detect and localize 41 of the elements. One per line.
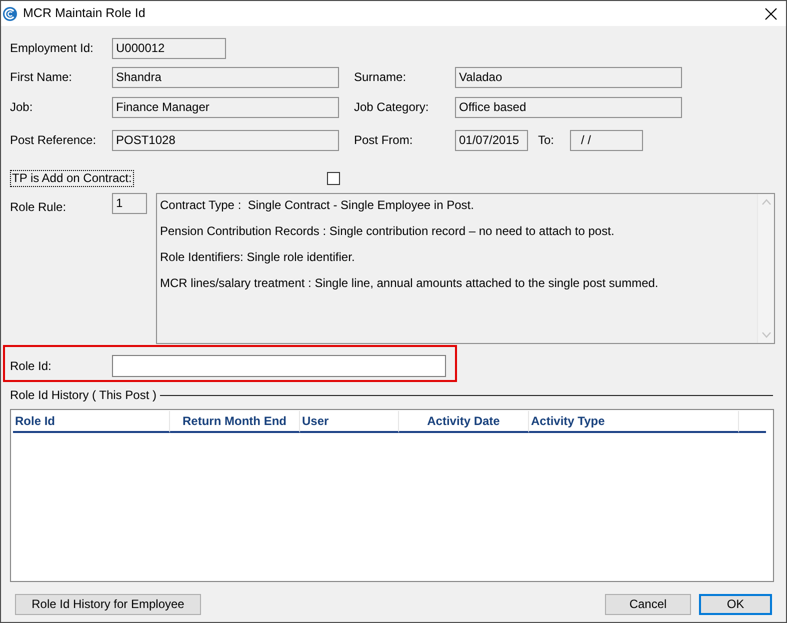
field-label: Surname: [354, 70, 408, 85]
scroll-down-icon [762, 332, 770, 338]
role-rule-field[interactable]: 1 [112, 193, 147, 214]
close-button[interactable] [765, 8, 777, 20]
column-header[interactable]: Role Id [13, 411, 170, 433]
column-header[interactable]: Return Month End [170, 411, 300, 433]
role-id-field[interactable] [112, 355, 446, 377]
field-label: Employment Id: [10, 41, 94, 56]
dialog-button[interactable]: OK [699, 594, 772, 615]
employment-id-field[interactable]: U000012 [112, 38, 226, 59]
field-label: To: [538, 133, 556, 148]
surname-field[interactable]: Valadao [455, 67, 682, 88]
column-header[interactable]: User [300, 411, 399, 433]
first-name-field[interactable]: Shandra [112, 67, 339, 88]
close-icon [765, 8, 777, 20]
field-label: Post From: [354, 133, 414, 148]
field-label: First Name: [10, 70, 74, 85]
column-header[interactable]: Activity Type [529, 411, 739, 433]
field-label: Job Category: [354, 100, 430, 115]
checkbox-label: TP is Add on Contract: [10, 170, 134, 187]
checkbox[interactable] [327, 172, 340, 185]
description-text: Contract Type : Single Contract - Single Employee in Post. [160, 197, 475, 213]
description-text: MCR lines/salary treatment : Single line, annual amounts attached to the single post summed. [160, 275, 660, 291]
post-from-date-field[interactable]: 01/07/2015 [455, 130, 528, 151]
post-reference-field[interactable]: POST1028 [112, 130, 339, 151]
window-title: MCR Maintain Role Id [23, 6, 146, 21]
scrollbar-track[interactable] [757, 194, 774, 343]
dialog-button[interactable]: Cancel [605, 594, 691, 615]
section-title: Role Id History ( This Post ) [10, 388, 156, 403]
description-text: Pension Contribution Records : Single contribution record – no need to attach to post. [160, 223, 616, 239]
field-label: Job: [10, 100, 34, 115]
column-header[interactable]: Activity Date [399, 411, 529, 433]
history-button[interactable]: Role Id History for Employee [15, 594, 201, 615]
job-category-field[interactable]: Office based [455, 97, 682, 118]
post-to-date-field[interactable]: / / [570, 130, 643, 151]
description-text: Role Identifiers: Single role identifier. [160, 249, 356, 265]
field-label: Role Rule: [10, 199, 68, 214]
field-label: Role Id: [10, 358, 52, 374]
job-field[interactable]: Finance Manager [112, 97, 339, 118]
field-label: Post Reference: [10, 133, 98, 148]
scroll-up-icon [762, 199, 770, 205]
